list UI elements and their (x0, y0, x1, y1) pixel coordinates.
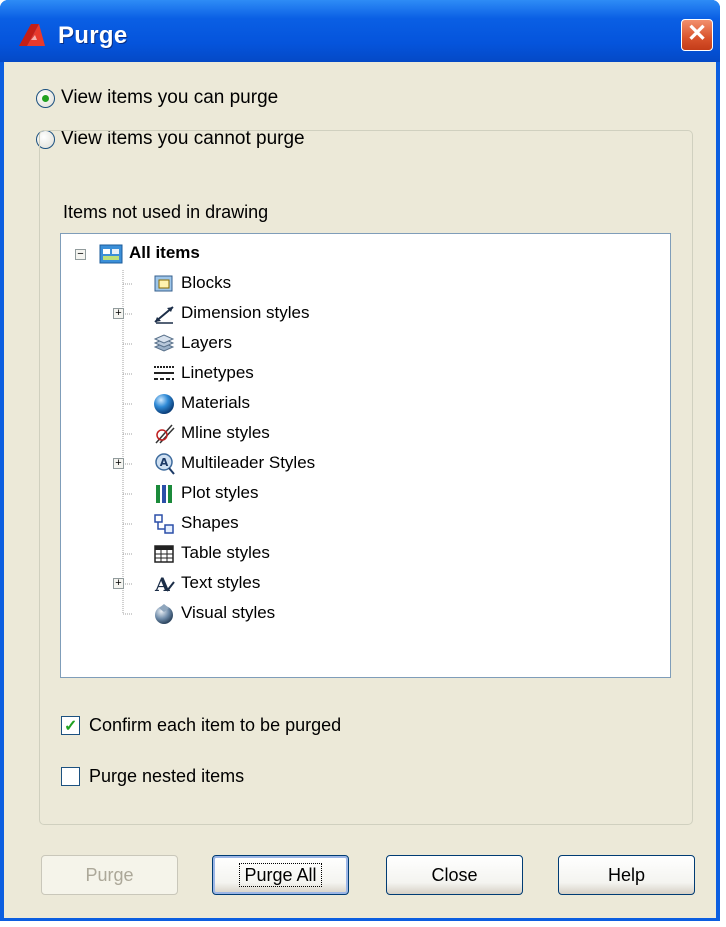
tree-item-multileader-styles[interactable]: Multileader Styles (181, 453, 315, 473)
help-button-label: Help (607, 865, 646, 885)
purge-nested-items-label: Purge nested items (89, 766, 245, 786)
purge-all-button[interactable]: Purge All (212, 855, 349, 895)
title-bar[interactable]: Purge ✕ (0, 0, 720, 62)
tree-root-label[interactable]: All items (129, 243, 200, 263)
tree-item-layers[interactable]: Layers (181, 333, 232, 353)
autocad-logo-icon (19, 24, 45, 46)
close-icon: ✕ (686, 20, 708, 47)
tree-item-materials[interactable]: Materials (181, 393, 250, 413)
tree-item-blocks[interactable]: Blocks (181, 273, 231, 293)
help-button[interactable]: Help (558, 855, 695, 895)
purge-button-label: Purge (85, 865, 134, 885)
linetypes-icon (154, 366, 174, 380)
close-button[interactable]: Close (386, 855, 523, 895)
shapes-icon (154, 514, 174, 534)
purge-all-button-label: Purge All (239, 863, 322, 887)
svg-text:A: A (154, 574, 170, 595)
expand-dimension-styles-toggle[interactable]: + (113, 308, 124, 319)
blocks-icon (154, 275, 173, 292)
all-items-icon (99, 244, 123, 264)
tree-item-linetypes[interactable]: Linetypes (181, 363, 254, 383)
plot-styles-icon (156, 485, 172, 503)
check-mark-icon: ✓ (64, 718, 78, 735)
tree-item-text-styles[interactable]: Text styles (181, 573, 260, 593)
tree-item-plot-styles[interactable]: Plot styles (181, 483, 258, 503)
close-window-button[interactable]: ✕ (681, 19, 713, 51)
mline-styles-icon (155, 424, 175, 444)
tree-item-table-styles[interactable]: Table styles (181, 543, 270, 563)
window-title: Purge (58, 22, 128, 49)
multileader-styles-icon: A (155, 453, 175, 475)
view-can-purge-option[interactable]: View items you can purge (36, 86, 278, 110)
text-styles-icon: A (154, 574, 175, 595)
purge-button[interactable]: Purge (41, 855, 178, 895)
confirm-each-item-option[interactable]: ✓ Confirm each item to be purged (61, 715, 341, 736)
tree-item-mline-styles[interactable]: Mline styles (181, 423, 270, 443)
svg-text:A: A (160, 456, 169, 469)
visual-styles-icon (155, 604, 173, 624)
view-can-purge-label: View items you can purge (61, 87, 279, 108)
layers-icon (153, 334, 175, 352)
tree-item-dimension-styles[interactable]: Dimension styles (181, 303, 310, 323)
purge-nested-items-checkbox[interactable] (61, 767, 80, 786)
materials-icon (154, 394, 174, 414)
confirm-each-item-label: Confirm each item to be purged (89, 715, 342, 735)
confirm-each-item-checkbox[interactable]: ✓ (61, 716, 80, 735)
close-button-label: Close (431, 865, 478, 885)
expand-text-styles-toggle[interactable]: + (113, 578, 124, 589)
tree-item-visual-styles[interactable]: Visual styles (181, 603, 275, 623)
dimension-styles-icon (154, 306, 174, 324)
expand-multileader-styles-toggle[interactable]: + (113, 458, 124, 469)
tree-item-shapes[interactable]: Shapes (181, 513, 239, 533)
view-can-purge-radio[interactable] (36, 88, 55, 108)
items-group-label: Items not used in drawing (63, 202, 269, 222)
collapse-all-items-toggle[interactable]: − (75, 249, 86, 260)
items-tree-view[interactable]: − All items Blocks + Dimension styles La… (60, 233, 671, 678)
table-styles-icon (154, 545, 174, 563)
purge-nested-items-option[interactable]: Purge nested items (61, 766, 244, 787)
